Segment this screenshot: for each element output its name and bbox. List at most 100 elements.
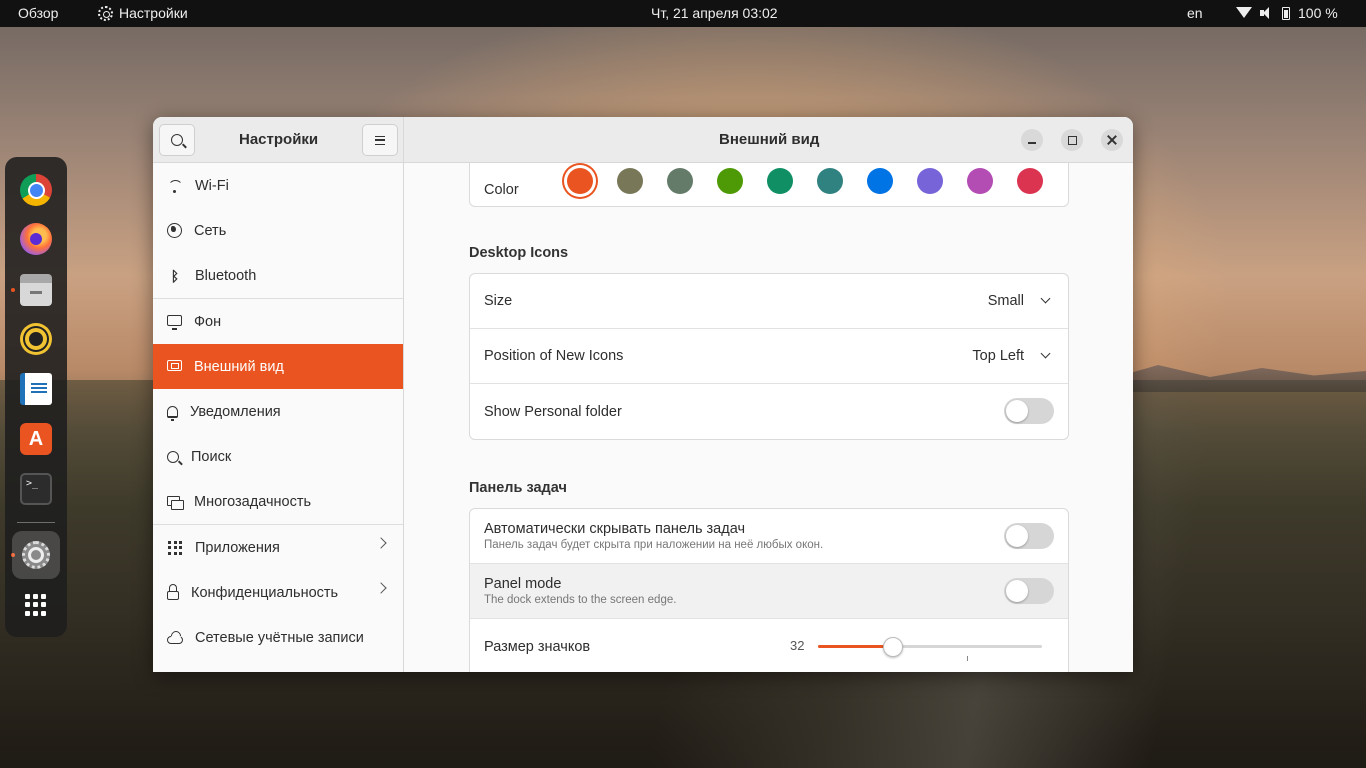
close-button[interactable]: [1101, 129, 1123, 151]
software-store-icon[interactable]: A: [20, 423, 52, 455]
accent-swatch[interactable]: [567, 168, 593, 194]
clock[interactable]: Чт, 21 апреля 03:02: [651, 5, 778, 21]
libreoffice-writer-icon[interactable]: [20, 373, 52, 405]
sidebar-item-privacy[interactable]: Конфиденциальность: [153, 570, 403, 615]
wallpaper-hills: [1106, 365, 1366, 392]
search-icon: [167, 450, 179, 463]
firefox-icon[interactable]: [20, 223, 52, 255]
sidebar-item-label: Многозадачность: [194, 493, 312, 510]
battery-percent: 100 %: [1298, 5, 1338, 21]
accent-swatch[interactable]: [817, 168, 843, 194]
autohide-toggle[interactable]: [1004, 523, 1054, 549]
icon-size-slider-row: Размер значков 32: [470, 619, 1068, 672]
terminal-icon[interactable]: >_: [20, 473, 52, 505]
running-indicator: [11, 288, 15, 292]
search-button[interactable]: [159, 124, 195, 156]
system-tray[interactable]: 100 %: [1236, 5, 1338, 21]
rhythmbox-icon[interactable]: [20, 323, 52, 355]
sidebar-item-search[interactable]: Поиск: [153, 434, 403, 479]
appearance-icon: [167, 359, 182, 371]
maximize-icon: [1067, 135, 1077, 145]
bell-icon: [167, 405, 178, 421]
minimize-button[interactable]: [1021, 129, 1043, 151]
accent-swatch[interactable]: [717, 168, 743, 194]
search-icon: [171, 134, 183, 146]
sidebar-item-label: Уведомления: [190, 403, 281, 420]
show-apps-icon[interactable]: [20, 589, 52, 621]
accent-swatches: [565, 164, 1055, 200]
panel-mode-text: Panel mode The dock extends to the scree…: [484, 576, 676, 606]
sidebar-title: Настройки: [239, 131, 319, 148]
sidebar-item-wifi[interactable]: Wi-Fi: [153, 163, 403, 208]
sidebar-item-label: Приложения: [195, 539, 280, 556]
sidebar-item-label: Wi-Fi: [195, 177, 229, 194]
sidebar-item-label: Конфиденциальность: [191, 584, 339, 601]
app-menu-label: Настройки: [119, 5, 188, 21]
maximize-button[interactable]: [1061, 129, 1083, 151]
main-header: Внешний вид: [404, 117, 1133, 163]
icon-position-label: Position of New Icons: [484, 348, 624, 364]
personal-folder-label: Show Personal folder: [484, 403, 622, 420]
accent-swatch[interactable]: [917, 168, 943, 194]
volume-icon: [1260, 7, 1274, 19]
autohide-text: Автоматически скрывать панель задач Пане…: [484, 521, 823, 551]
sidebar-item-label: Bluetooth: [195, 267, 257, 284]
dock-separator: [17, 522, 55, 523]
multitasking-icon: [167, 496, 184, 510]
dock-icon-size-slider[interactable]: [818, 637, 1042, 661]
accent-swatch[interactable]: [1017, 168, 1043, 194]
accent-color-card: Color: [469, 163, 1069, 207]
accent-swatch[interactable]: [767, 168, 793, 194]
slider-fill: [818, 645, 893, 648]
sidebar-item-label: Внешний вид: [194, 358, 284, 375]
autohide-label: Автоматически скрывать панель задач: [484, 521, 746, 537]
sidebar-item-label: Сетевые учётные записи: [195, 629, 364, 646]
chevron-right-icon: [375, 537, 387, 549]
sidebar-item-multitasking[interactable]: Многозадачность: [153, 479, 403, 524]
accent-color-row: Color: [470, 163, 1068, 206]
files-icon[interactable]: [20, 274, 52, 306]
icon-size-dropdown[interactable]: Small: [988, 293, 1024, 309]
icon-position-dropdown[interactable]: Top Left: [972, 348, 1024, 364]
personal-folder-toggle[interactable]: [1004, 398, 1054, 424]
sidebar-item-appearance[interactable]: Внешний вид: [153, 344, 403, 389]
autohide-row: Автоматически скрывать панель задач Пане…: [470, 509, 1068, 564]
main-menu-button[interactable]: [362, 124, 398, 156]
icon-size-row[interactable]: Size Small: [470, 274, 1068, 329]
chevron-down-icon: [1040, 348, 1051, 359]
panel-mode-row: Panel mode The dock extends to the scree…: [470, 564, 1068, 619]
app-menu[interactable]: Настройки: [98, 5, 188, 21]
sidebar-item-label: Сеть: [194, 222, 227, 239]
sidebar: Wi-Fi Сеть Bluetooth Фон Внешний вид Уве…: [153, 163, 404, 672]
slider-default-mark: [967, 656, 968, 661]
keyboard-layout-indicator[interactable]: en: [1187, 5, 1203, 21]
sidebar-item-background[interactable]: Фон: [153, 299, 403, 344]
sidebar-item-network[interactable]: Сеть: [153, 208, 403, 253]
wifi-icon: [1236, 7, 1252, 19]
personal-folder-row: Show Personal folder: [470, 384, 1068, 439]
dock-card: Автоматически скрывать панель задач Пане…: [469, 508, 1069, 672]
accent-swatch[interactable]: [617, 168, 643, 194]
settings-icon[interactable]: [12, 531, 60, 579]
sidebar-item-bluetooth[interactable]: Bluetooth: [153, 253, 403, 298]
wifi-icon: [167, 178, 183, 194]
chrome-icon[interactable]: [20, 174, 52, 206]
panel-mode-toggle[interactable]: [1004, 578, 1054, 604]
sidebar-item-applications[interactable]: Приложения: [153, 525, 403, 570]
accent-swatch[interactable]: [867, 168, 893, 194]
icon-position-row[interactable]: Position of New Icons Top Left: [470, 329, 1068, 384]
autohide-description: Панель задач будет скрыта при наложении …: [484, 539, 824, 551]
accent-swatch[interactable]: [967, 168, 993, 194]
minimize-icon: [1028, 142, 1036, 144]
accent-swatch[interactable]: [667, 168, 693, 194]
sidebar-header: Настройки: [153, 117, 404, 163]
dock-icon-size-label: Размер значков: [484, 638, 591, 655]
slider-knob[interactable]: [883, 637, 903, 657]
globe-icon: [167, 223, 182, 238]
monitor-icon: [167, 314, 182, 330]
sidebar-item-notifications[interactable]: Уведомления: [153, 389, 403, 434]
accent-color-label: Color: [484, 182, 519, 198]
lock-icon: [167, 583, 179, 600]
activities-button[interactable]: Обзор: [18, 5, 58, 21]
sidebar-item-online-accounts[interactable]: Сетевые учётные записи: [153, 615, 403, 660]
